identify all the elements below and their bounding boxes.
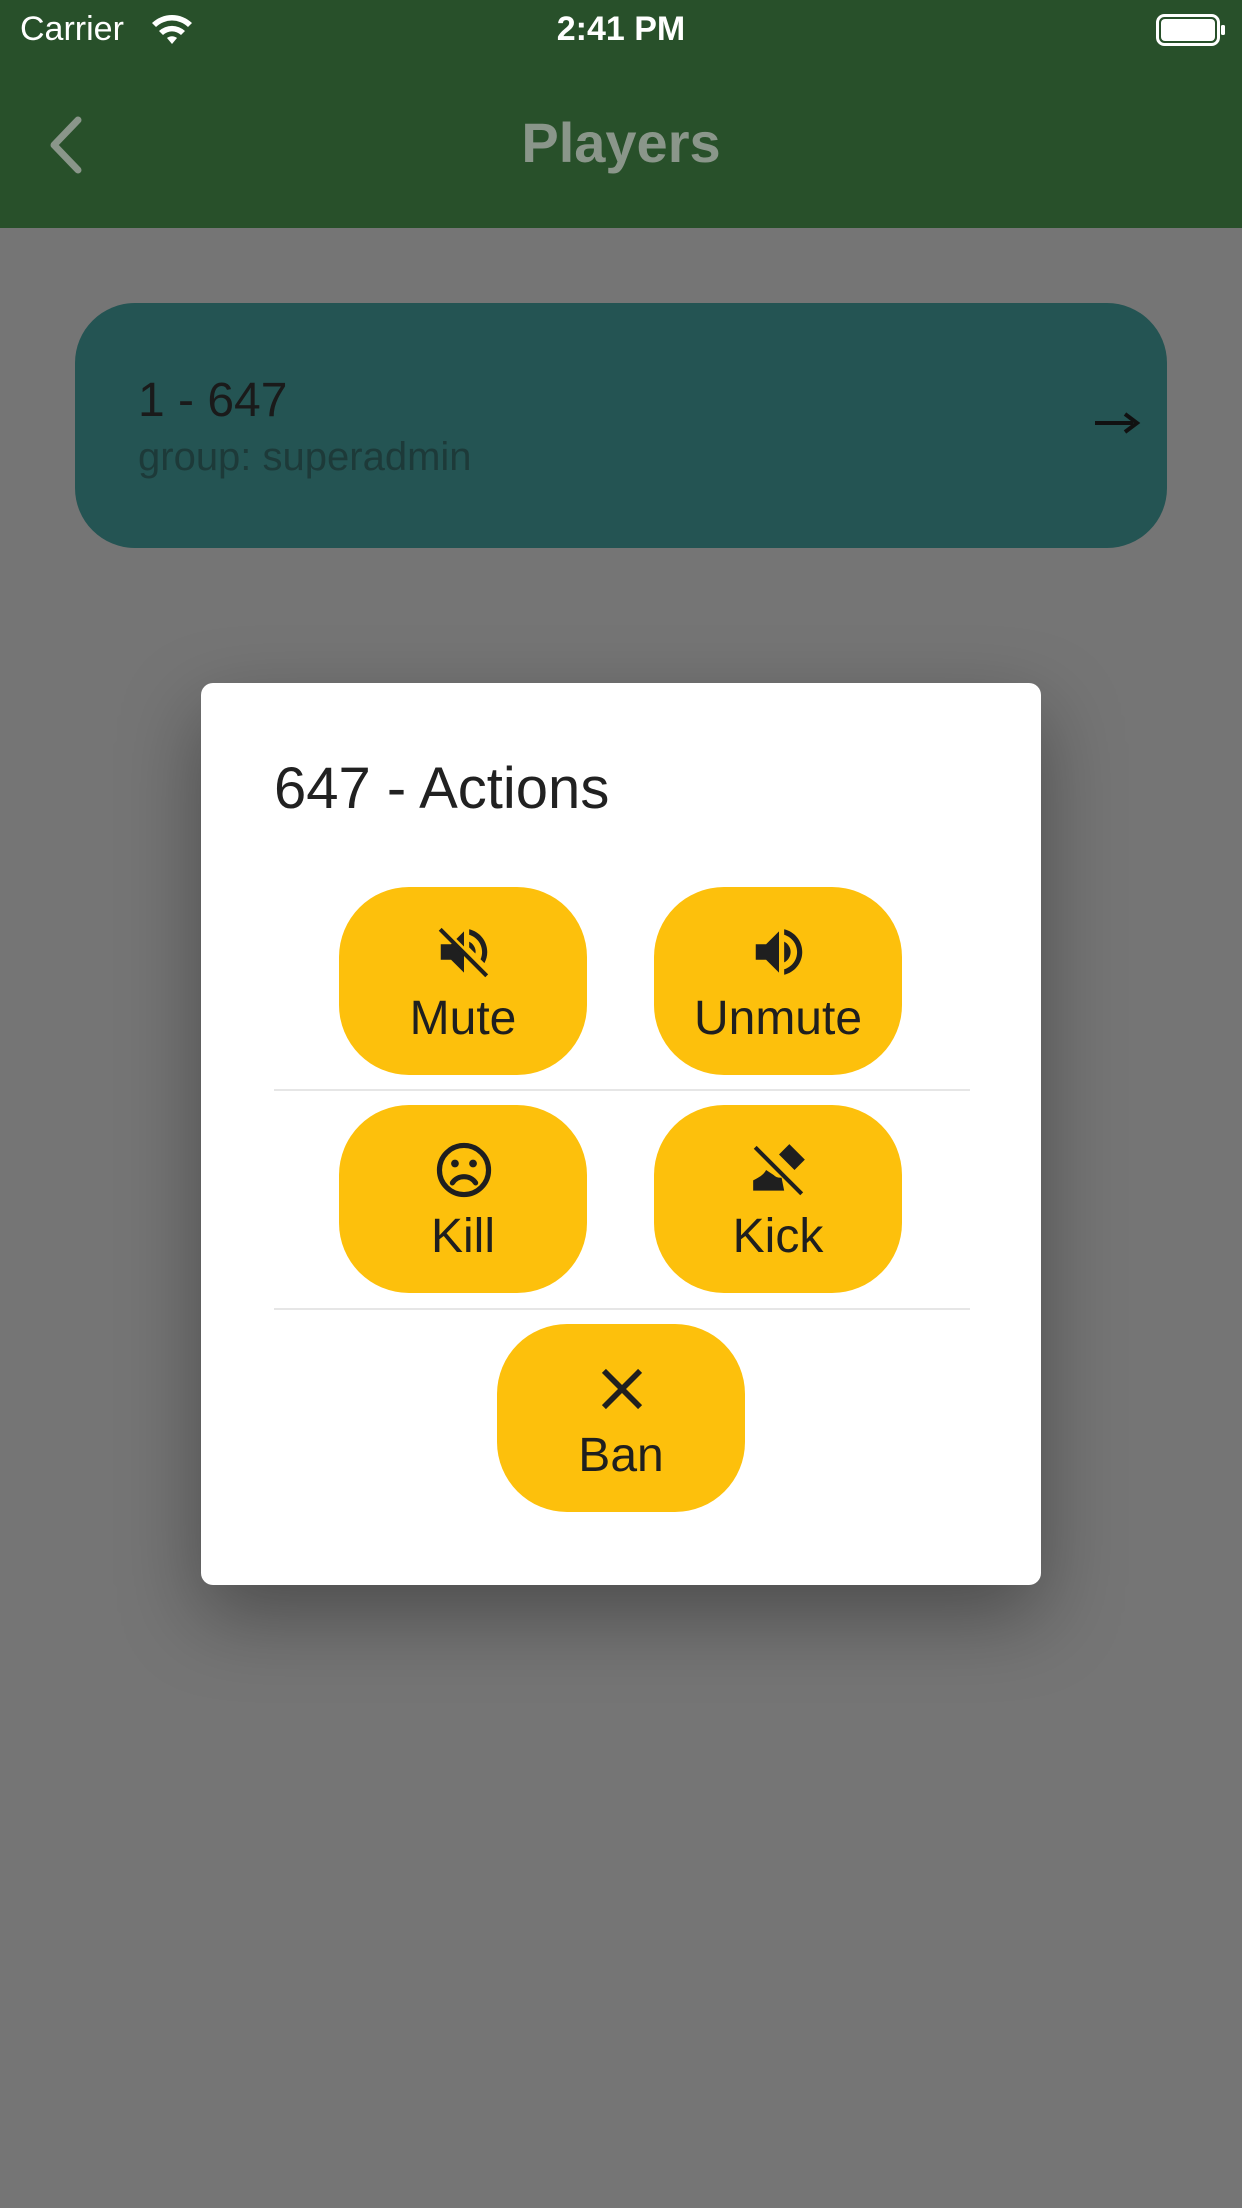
ban-label: Ban [578, 1429, 664, 1482]
volume-up-icon [755, 929, 803, 975]
kill-button[interactable]: Kill [339, 1105, 587, 1293]
page-title: Players [521, 111, 721, 174]
mute-label: Mute [409, 992, 517, 1045]
kick-label: Kick [732, 1210, 824, 1263]
battery-icon [1156, 14, 1225, 46]
kick-off-icon [753, 1143, 806, 1196]
actions-dialog: 647 - Actions Mute Unmute Kill Kick Ban [201, 683, 1041, 1585]
divider [274, 1089, 970, 1091]
status-bar: Carrier 2:41 PM [0, 0, 1242, 62]
ban-button[interactable]: Ban [497, 1324, 745, 1512]
dialog-title: 647 - Actions [274, 756, 610, 821]
status-time: 2:41 PM [556, 10, 686, 48]
app-bar: Players [0, 62, 1242, 228]
volume-off-icon [438, 925, 491, 978]
kill-label: Kill [430, 1210, 495, 1263]
player-name: 1 - 647 [138, 374, 288, 427]
divider [274, 1308, 970, 1310]
unmute-label: Unmute [693, 992, 863, 1045]
player-group: group: superadmin [138, 435, 472, 479]
player-card[interactable]: 1 - 647 group: superadmin [75, 303, 1167, 548]
sad-face-icon [436, 1142, 492, 1198]
arrow-right-icon [1095, 412, 1141, 434]
kick-button[interactable]: Kick [654, 1105, 902, 1293]
close-icon [601, 1368, 643, 1410]
mute-button[interactable]: Mute [339, 887, 587, 1075]
unmute-button[interactable]: Unmute [654, 887, 902, 1075]
